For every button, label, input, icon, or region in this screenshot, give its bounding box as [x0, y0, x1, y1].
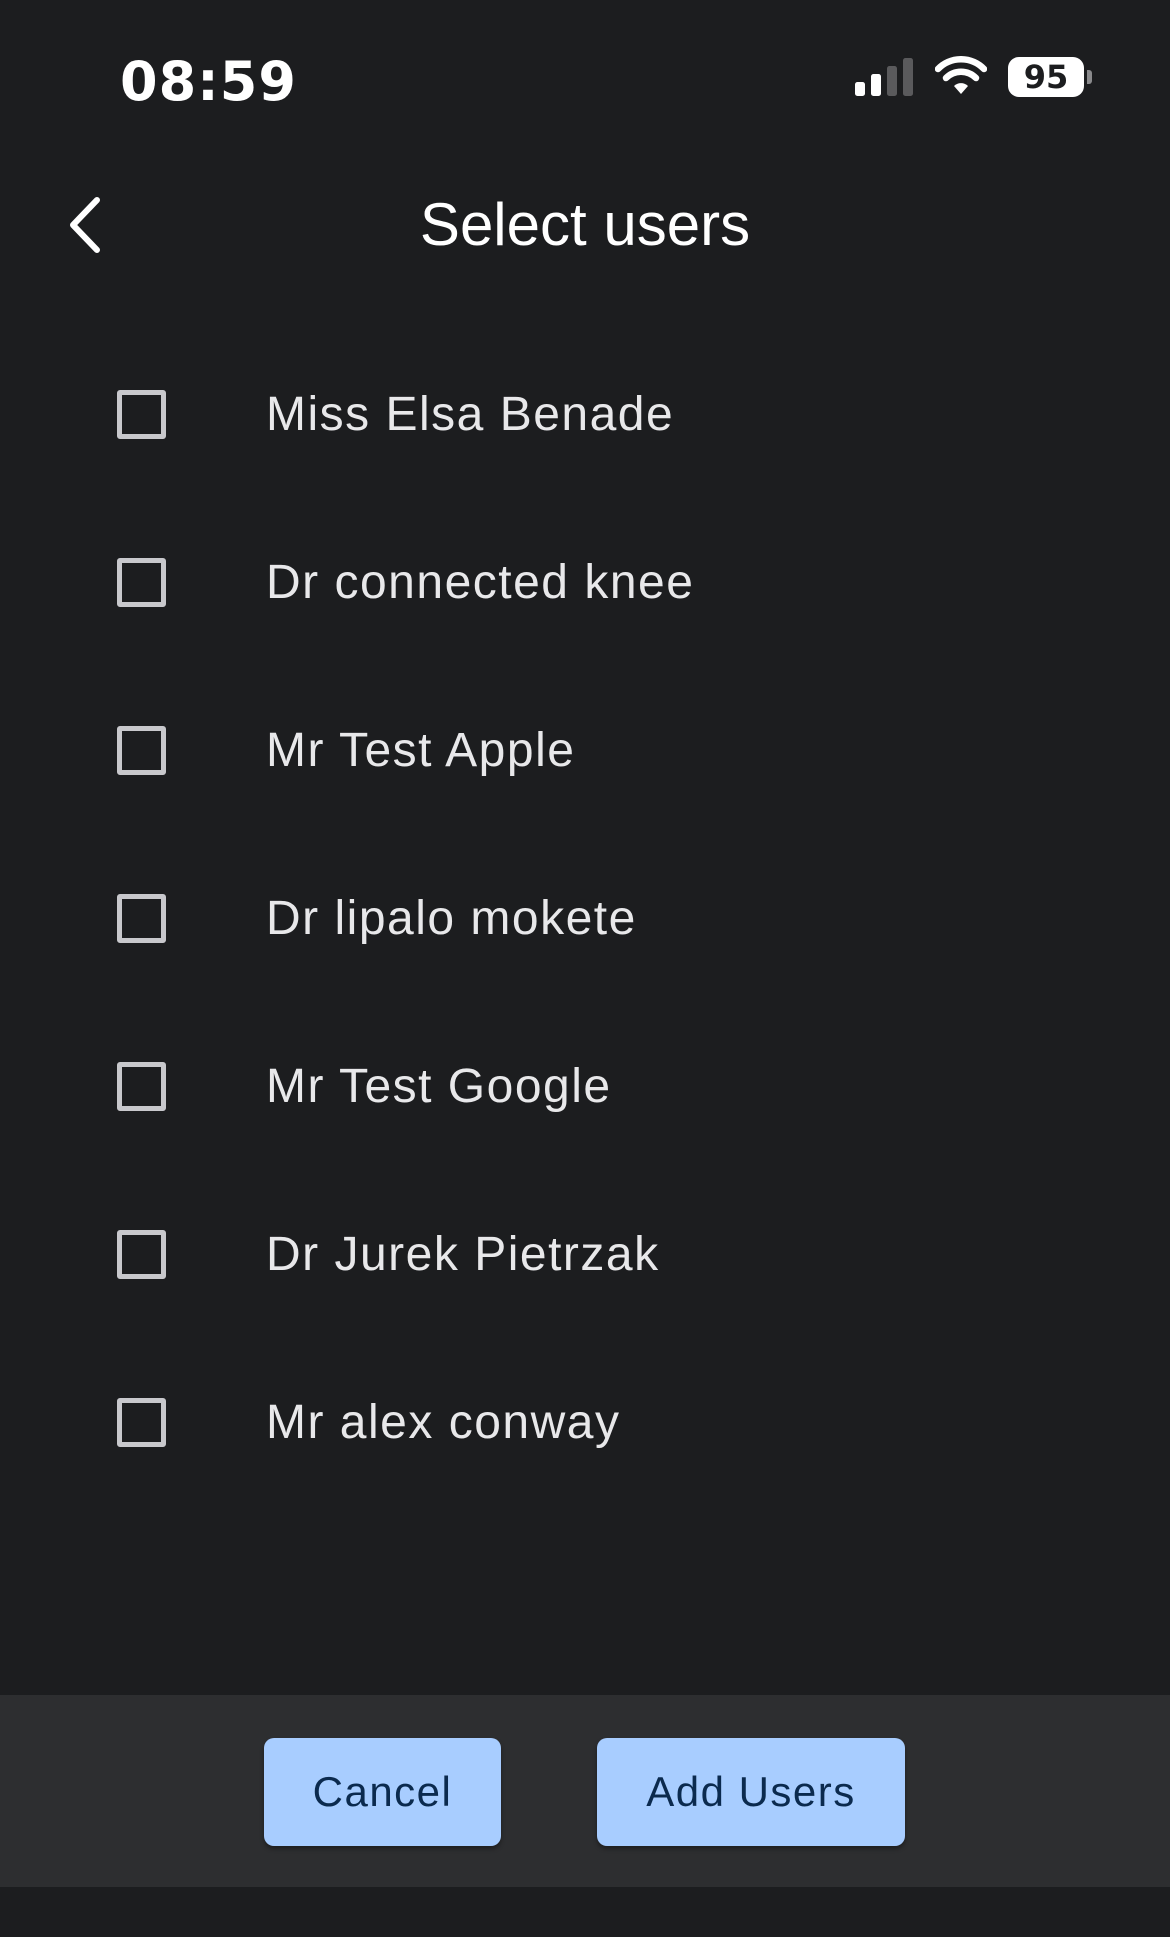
user-checkbox[interactable] — [117, 558, 166, 607]
user-row[interactable]: Dr lipalo mokete — [0, 838, 1170, 1006]
cancel-button[interactable]: Cancel — [264, 1738, 501, 1846]
user-checkbox[interactable] — [117, 390, 166, 439]
wifi-icon — [935, 56, 987, 94]
user-row[interactable]: Dr connected knee — [0, 502, 1170, 670]
user-checkbox[interactable] — [117, 894, 166, 943]
page-title: Select users — [419, 191, 751, 258]
user-checkbox[interactable] — [117, 1230, 166, 1279]
user-name: Mr Test Apple — [266, 724, 576, 777]
battery-cap — [1087, 70, 1092, 84]
user-checkbox[interactable] — [117, 1398, 166, 1447]
status-bar: 08:59 95 — [0, 0, 1170, 150]
status-time: 08:59 — [120, 50, 297, 113]
add-users-button[interactable]: Add Users — [597, 1738, 905, 1846]
home-indicator-area — [0, 1887, 1170, 1937]
header: Select users — [0, 150, 1170, 300]
user-row[interactable]: Miss Elsa Benade — [0, 334, 1170, 502]
user-row[interactable]: Mr alex conway — [0, 1342, 1170, 1510]
user-name: Mr alex conway — [266, 1396, 621, 1449]
user-name: Dr connected knee — [266, 556, 695, 609]
user-list: Miss Elsa Benade Dr connected knee Mr Te… — [0, 334, 1170, 1510]
user-row[interactable]: Mr Test Google — [0, 1006, 1170, 1174]
user-checkbox[interactable] — [117, 726, 166, 775]
user-checkbox[interactable] — [117, 1062, 166, 1111]
signal-icon — [855, 58, 913, 96]
battery-level: 95 — [1023, 58, 1069, 96]
battery-icon: 95 — [1008, 57, 1094, 97]
user-name: Miss Elsa Benade — [266, 388, 675, 441]
user-name: Mr Test Google — [266, 1060, 612, 1113]
user-row[interactable]: Dr Jurek Pietrzak — [0, 1174, 1170, 1342]
action-bar: Cancel Add Users — [0, 1695, 1170, 1887]
user-name: Dr lipalo mokete — [266, 892, 637, 945]
user-name: Dr Jurek Pietrzak — [266, 1228, 660, 1281]
battery-body: 95 — [1008, 57, 1084, 97]
user-row[interactable]: Mr Test Apple — [0, 670, 1170, 838]
